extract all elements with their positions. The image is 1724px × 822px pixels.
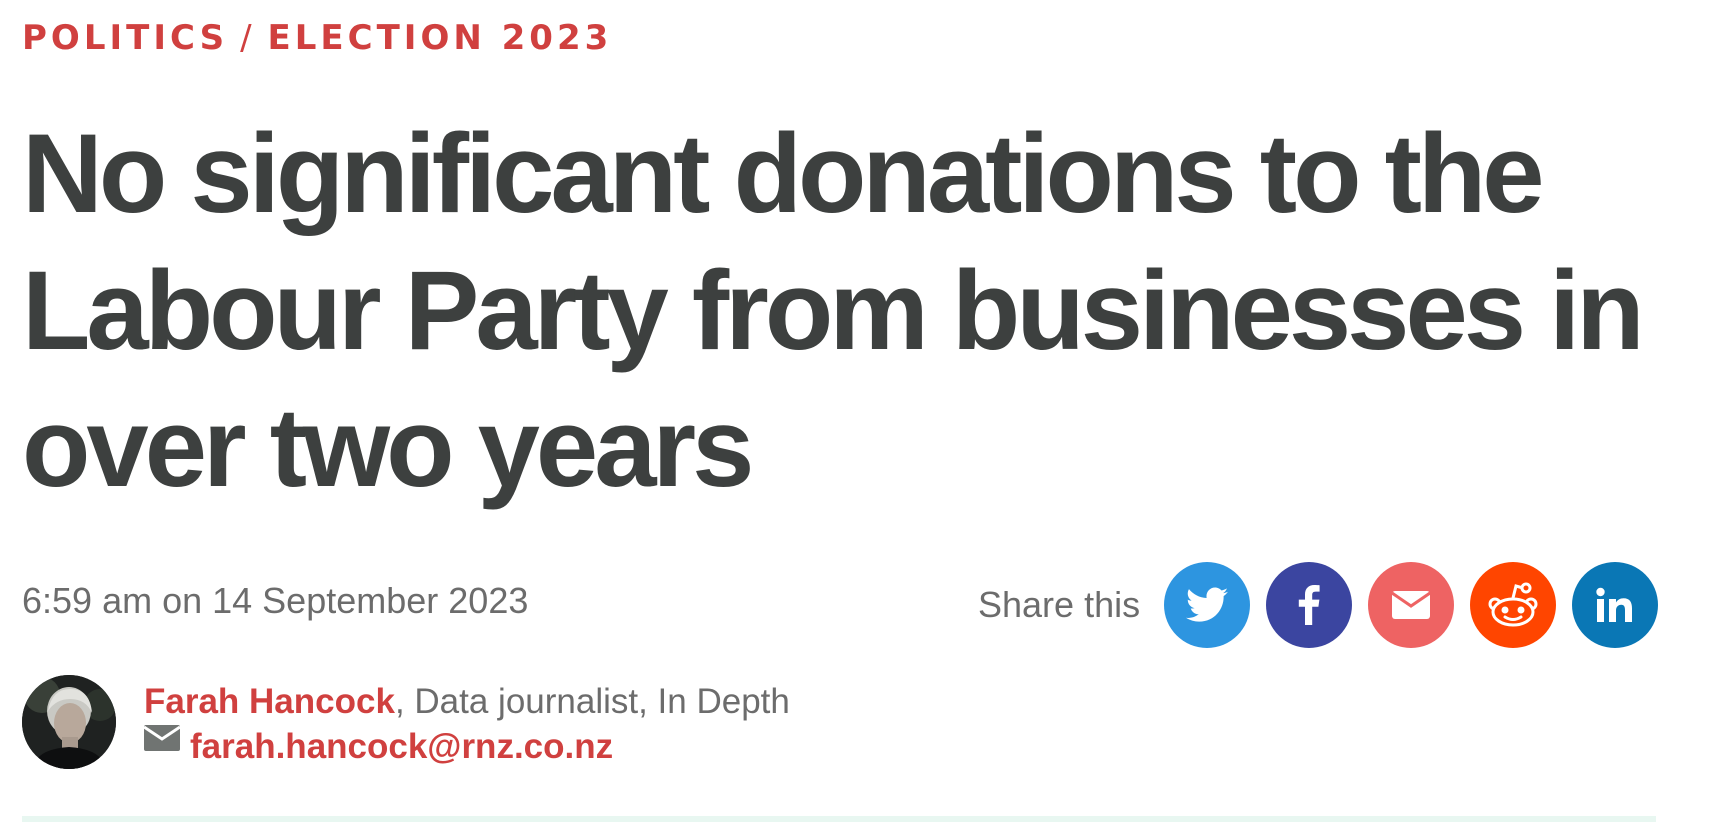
share-twitter-button[interactable] (1164, 562, 1251, 648)
author-name-link[interactable]: Farah Hancock (144, 682, 395, 721)
envelope-icon (1392, 591, 1431, 619)
share-email-button[interactable] (1368, 562, 1455, 648)
author-email-row: farah.hancock@rnz.co.nz (143, 725, 790, 768)
share-reddit-button[interactable] (1470, 562, 1557, 648)
reddit-icon (1486, 582, 1540, 628)
envelope-icon (143, 725, 181, 768)
share-bar: Share this (978, 562, 1659, 648)
section-divider (22, 816, 1656, 822)
author-byline: Farah Hancock, Data journalist, In Depth (144, 681, 790, 723)
author-block: Farah Hancock, Data journalist, In Depth… (22, 675, 790, 769)
share-linkedin-button[interactable] (1572, 562, 1659, 648)
breadcrumb: POLITICS / ELECTION 2023 (22, 18, 612, 59)
author-avatar[interactable] (22, 675, 116, 769)
linkedin-icon (1595, 587, 1635, 623)
facebook-icon (1298, 585, 1320, 625)
breadcrumb-election-link[interactable]: ELECTION 2023 (268, 18, 613, 58)
author-email-link[interactable]: farah.hancock@rnz.co.nz (190, 726, 613, 768)
share-facebook-button[interactable] (1266, 562, 1353, 648)
author-role: , Data journalist, In Depth (394, 682, 790, 721)
share-label: Share this (978, 584, 1141, 625)
breadcrumb-politics-link[interactable]: POLITICS (22, 18, 228, 58)
article-headline: No significant donations to the Labour P… (22, 111, 1645, 510)
article-timestamp: 6:59 am on 14 September 2023 (22, 580, 529, 621)
twitter-icon (1186, 587, 1229, 623)
breadcrumb-separator: / (240, 18, 256, 58)
